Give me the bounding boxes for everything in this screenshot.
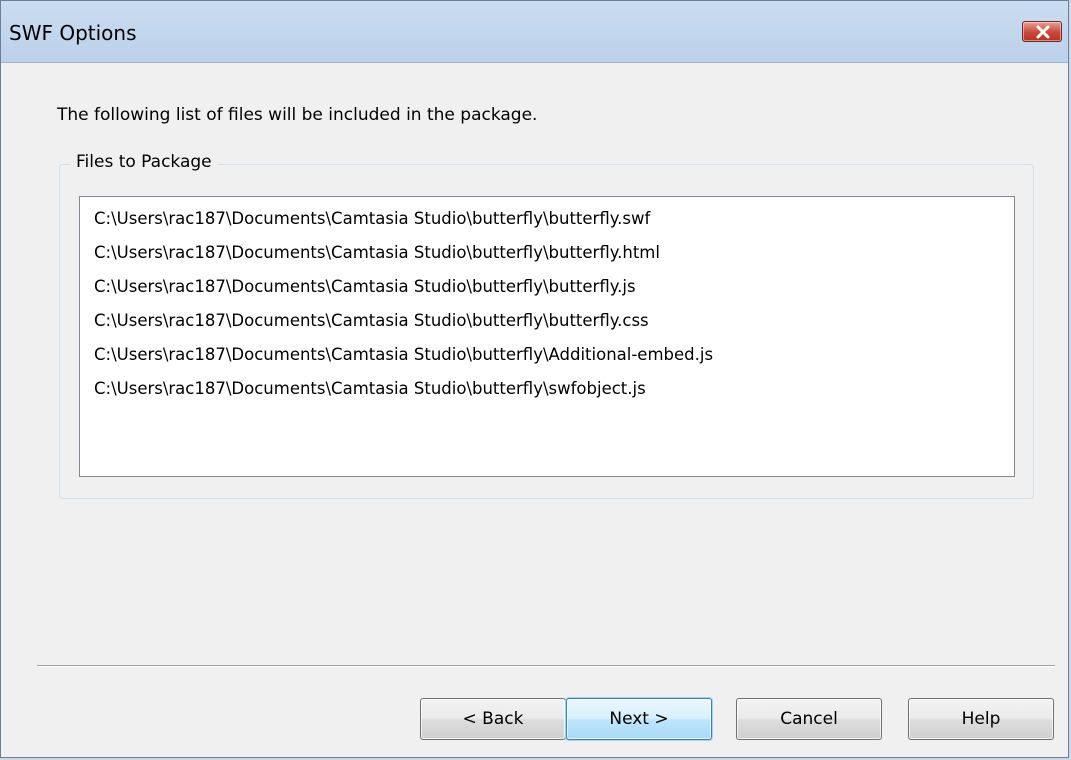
list-item[interactable]: C:\Users\rac187\Documents\Camtasia Studi… [80,338,1014,372]
instruction-text: The following list of files will be incl… [57,105,538,125]
separator-line [37,665,1055,667]
swf-options-dialog: SWF Options The following list of files … [0,0,1069,758]
file-list[interactable]: C:\Users\rac187\Documents\Camtasia Studi… [79,196,1015,477]
close-button[interactable] [1022,21,1062,42]
cancel-button[interactable]: Cancel [736,698,882,740]
files-to-package-group: Files to Package C:\Users\rac187\Documen… [59,152,1034,499]
list-item[interactable]: C:\Users\rac187\Documents\Camtasia Studi… [80,236,1014,270]
list-item[interactable]: C:\Users\rac187\Documents\Camtasia Studi… [80,372,1014,406]
next-button[interactable]: Next > [566,698,712,740]
help-button[interactable]: Help [908,698,1054,740]
group-label: Files to Package [70,152,218,172]
list-item[interactable]: C:\Users\rac187\Documents\Camtasia Studi… [80,202,1014,236]
list-item[interactable]: C:\Users\rac187\Documents\Camtasia Studi… [80,304,1014,338]
list-item[interactable]: C:\Users\rac187\Documents\Camtasia Studi… [80,270,1014,304]
title-bar[interactable]: SWF Options [1,1,1068,63]
window-title: SWF Options [9,21,137,45]
close-icon [1036,25,1050,39]
back-button[interactable]: < Back [420,698,566,740]
